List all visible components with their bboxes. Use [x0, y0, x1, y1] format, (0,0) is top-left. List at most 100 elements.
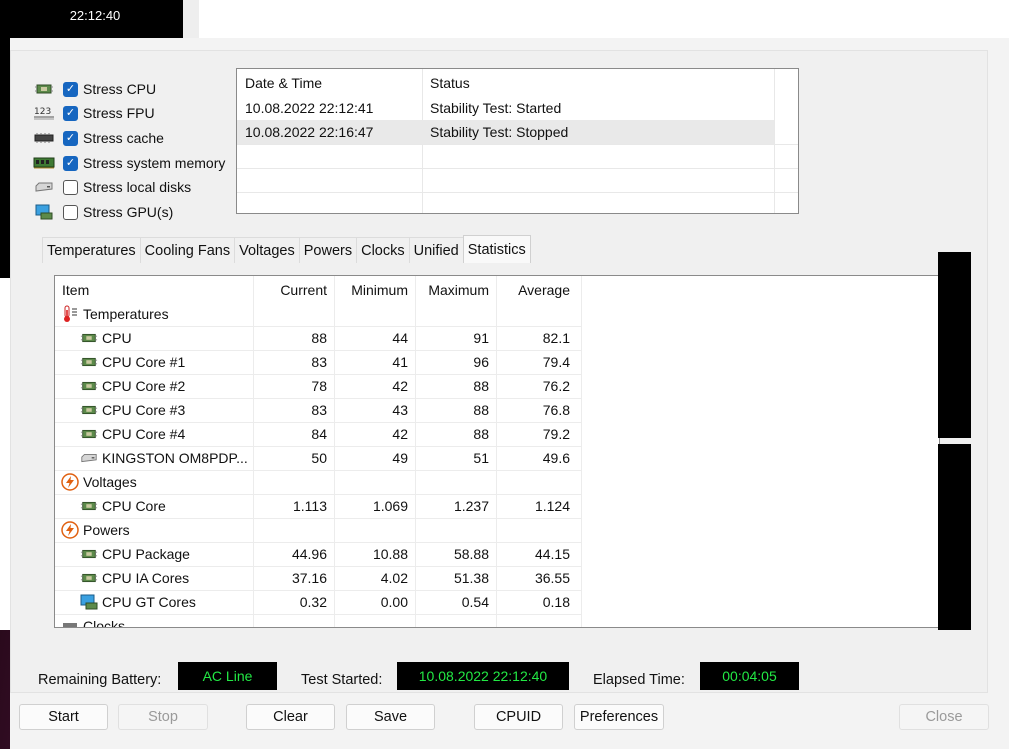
- table-row[interactable]: CPU Core #2 78 42 88 76.2: [55, 374, 939, 398]
- preferences-button[interactable]: Preferences: [574, 704, 664, 730]
- stats-value-min: 43: [392, 402, 408, 418]
- monitor-widget-right-bottom: [938, 444, 971, 630]
- start-button[interactable]: Start: [19, 704, 108, 730]
- tab-clocks[interactable]: Clocks: [356, 237, 410, 263]
- save-button[interactable]: Save: [346, 704, 435, 730]
- stress-label: Stress system memory: [83, 155, 226, 171]
- stress-checkbox[interactable]: ✓: [63, 155, 78, 171]
- stats-value-cur: 50: [311, 450, 327, 466]
- tab-powers[interactable]: Powers: [298, 237, 358, 263]
- table-row[interactable]: CPU Core #1 83 41 96 79.4: [55, 350, 939, 374]
- table-row[interactable]: CPU GT Cores 0.32 0.00 0.54 0.18: [55, 590, 939, 614]
- log-header-datetime[interactable]: Date & Time: [237, 75, 422, 91]
- tab-unified[interactable]: Unified: [408, 237, 464, 263]
- stats-value-avg: 79.4: [542, 354, 570, 370]
- log-row[interactable]: 10.08.2022 22:12:41 Stability Test: Star…: [237, 96, 798, 120]
- stress-option[interactable]: ✓ Stress cache: [33, 127, 164, 149]
- stats-group-row[interactable]: Clocks: [55, 614, 939, 627]
- stats-value-min: 44: [392, 330, 408, 346]
- stats-value-cur: 44.96: [291, 546, 327, 562]
- monitor-widget-left: [0, 38, 10, 278]
- stats-value-min: 4.02: [380, 570, 408, 586]
- stats-header-average[interactable]: Average: [496, 278, 576, 302]
- stats-group-row[interactable]: Voltages: [55, 470, 939, 494]
- stress-checkbox[interactable]: ✓: [63, 81, 78, 97]
- table-row[interactable]: CPU IA Cores 37.16 4.02 51.38 36.55: [55, 566, 939, 590]
- table-row[interactable]: KINGSTON OM8PDP... 50 49 51 49.6: [55, 446, 939, 470]
- stop-button[interactable]: Stop: [118, 704, 208, 730]
- stats-header-current[interactable]: Current: [253, 278, 333, 302]
- stats-item-cell: CPU: [55, 326, 253, 350]
- stress-label: Stress GPU(s): [83, 204, 174, 220]
- table-row[interactable]: CPU Core 1.113 1.069 1.237 1.124: [55, 494, 939, 518]
- stats-value-cur: 83: [311, 354, 327, 370]
- cpu-chip-icon: [80, 355, 98, 369]
- stats-item-cell: CPU GT Cores: [55, 590, 253, 614]
- stress-option[interactable]: ✓ Stress GPU(s): [33, 201, 173, 223]
- stats-item-cell: CPU IA Cores: [55, 566, 253, 590]
- stress-checkbox[interactable]: ✓: [63, 130, 78, 146]
- event-log-table[interactable]: Date & Time Status 10.08.2022 22:12:41 S…: [236, 68, 799, 214]
- stats-value-avg: 0.18: [542, 594, 570, 610]
- log-datetime: 10.08.2022 22:16:47: [245, 124, 374, 140]
- battery-label: Remaining Battery:: [38, 672, 162, 688]
- memory-module-icon: [33, 155, 55, 171]
- monitor-clock: 22:12:40: [69, 8, 121, 23]
- stats-item-cell: KINGSTON OM8PDP...: [55, 446, 253, 470]
- stats-value-cur: 37.16: [291, 570, 327, 586]
- stress-option[interactable]: ✓ Stress CPU: [33, 78, 156, 100]
- stats-value-max: 51: [473, 450, 489, 466]
- table-row[interactable]: CPU Core #3 83 43 88 76.8: [55, 398, 939, 422]
- stats-value-max: 88: [473, 378, 489, 394]
- stress-checkbox[interactable]: ✓: [63, 179, 78, 195]
- thermometer-icon: [61, 305, 79, 322]
- stats-header-minimum[interactable]: Minimum: [334, 278, 414, 302]
- stats-header-maximum[interactable]: Maximum: [415, 278, 495, 302]
- stats-item-label: CPU Core #2: [102, 378, 186, 394]
- stats-item-label: CPU Package: [102, 546, 190, 562]
- close-button[interactable]: Close: [899, 704, 989, 730]
- stress-checkbox[interactable]: ✓: [63, 105, 78, 121]
- stats-value-max: 1.237: [453, 498, 489, 514]
- tab-temperatures[interactable]: Temperatures: [42, 237, 141, 263]
- table-row[interactable]: CPU Core #4 84 42 88 79.2: [55, 422, 939, 446]
- stats-item-cell: Clocks: [55, 614, 253, 627]
- stats-value-avg: 44.15: [534, 546, 570, 562]
- statistics-grid[interactable]: Item Current Minimum Maximum Average Temperat…: [54, 275, 940, 628]
- clock-icon: [61, 619, 79, 627]
- stress-option[interactable]: ✓ Stress system memory: [33, 152, 225, 174]
- stats-value-max: 88: [473, 426, 489, 442]
- log-header-status[interactable]: Status: [422, 75, 774, 91]
- stats-group-row[interactable]: Powers: [55, 518, 939, 542]
- stats-value-cur: 88: [311, 330, 327, 346]
- stats-item-label: Powers: [83, 522, 130, 538]
- stress-option[interactable]: ✓ Stress local disks: [33, 176, 191, 198]
- stress-checkbox[interactable]: ✓: [63, 204, 78, 220]
- log-status: Stability Test: Stopped: [430, 124, 569, 140]
- stats-value-max: 58.88: [453, 546, 489, 562]
- stats-group-row[interactable]: Temperatures: [55, 302, 939, 326]
- stats-header-item[interactable]: Item: [55, 278, 253, 302]
- stats-value-avg: 76.8: [542, 402, 570, 418]
- table-row[interactable]: CPU 88 44 91 82.1: [55, 326, 939, 350]
- tab-cooling-fans[interactable]: Cooling Fans: [139, 237, 236, 263]
- stats-item-label: Voltages: [83, 474, 137, 490]
- stress-option[interactable]: 123 ✓ Stress FPU: [33, 102, 155, 124]
- cpu-chip-icon: [33, 81, 55, 97]
- stats-item-label: CPU GT Cores: [102, 594, 196, 610]
- table-row[interactable]: CPU Package 44.96 10.88 58.88 44.15: [55, 542, 939, 566]
- cpuid-button[interactable]: CPUID: [474, 704, 563, 730]
- stats-item-cell: CPU Package: [55, 542, 253, 566]
- stats-value-cur: 84: [311, 426, 327, 442]
- stats-item-cell: CPU Core #4: [55, 422, 253, 446]
- cpu-chip-icon: [80, 379, 98, 393]
- stats-value-min: 41: [392, 354, 408, 370]
- tab-voltages[interactable]: Voltages: [234, 237, 300, 263]
- test-started-value: 10.08.2022 22:12:40: [397, 662, 569, 690]
- stats-value-max: 91: [473, 330, 489, 346]
- clear-button[interactable]: Clear: [246, 704, 335, 730]
- tab-statistics[interactable]: Statistics: [462, 235, 531, 263]
- stats-value-max: 51.38: [453, 570, 489, 586]
- svg-text:123: 123: [34, 107, 51, 117]
- log-row-selected[interactable]: 10.08.2022 22:16:47 Stability Test: Stop…: [237, 120, 774, 144]
